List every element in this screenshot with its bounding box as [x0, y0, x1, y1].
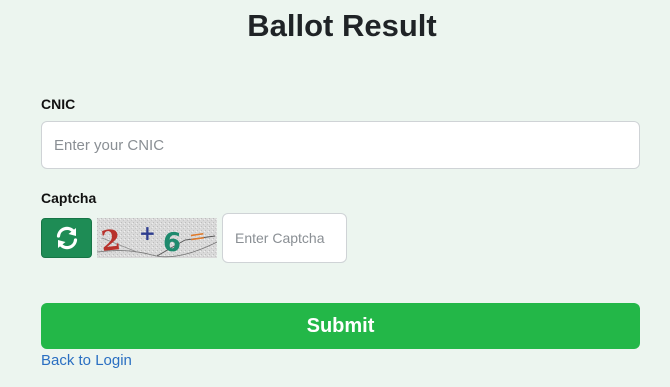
ballot-result-page: Ballot Result CNIC Captcha 2 + 6 = S	[0, 0, 670, 387]
cnic-input[interactable]	[41, 121, 640, 169]
captcha-input[interactable]	[222, 213, 347, 263]
refresh-icon	[56, 226, 77, 250]
submit-button[interactable]: Submit	[41, 303, 640, 349]
page-title: Ballot Result	[247, 8, 437, 43]
captcha-char-3: 6	[162, 227, 182, 258]
captcha-refresh-button[interactable]	[41, 218, 92, 258]
captcha-image: 2 + 6 =	[97, 218, 217, 258]
captcha-char-4: =	[187, 223, 207, 249]
captcha-char-2: +	[139, 221, 156, 245]
cnic-label: CNIC	[41, 96, 76, 112]
back-to-login-link[interactable]: Back to Login	[41, 352, 132, 369]
captcha-char-1: 2	[99, 223, 122, 258]
captcha-label: Captcha	[41, 190, 97, 206]
